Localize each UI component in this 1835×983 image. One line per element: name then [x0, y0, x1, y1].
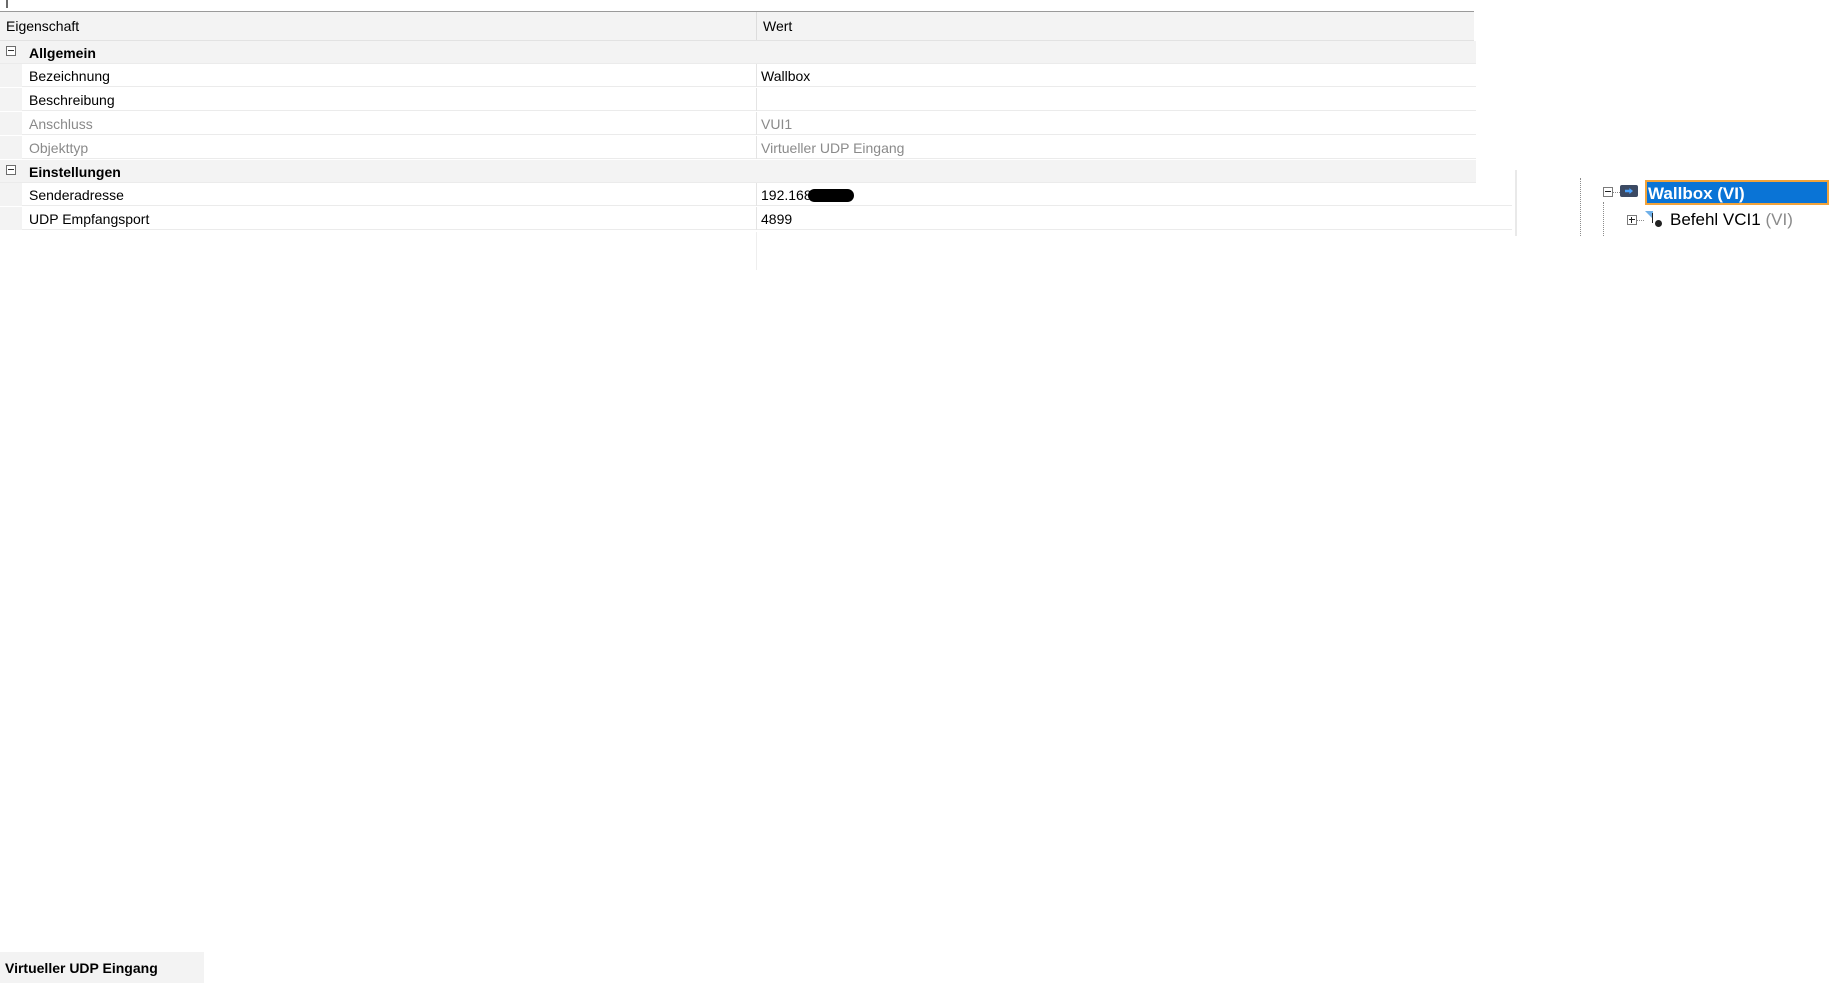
redaction-mark	[807, 189, 854, 202]
category-label: Einstellungen	[29, 164, 121, 180]
property-label: Bezeichnung	[29, 68, 110, 84]
cell-separator	[756, 183, 757, 206]
property-value[interactable]: 4899	[761, 211, 792, 227]
property-label: Objekttyp	[29, 140, 89, 156]
tree-connector	[1613, 192, 1620, 193]
tree-node-suffix: (VI)	[1765, 210, 1793, 229]
property-row-udp-empfangsport[interactable]: UDP Empfangsport 4899	[0, 207, 1512, 230]
property-label: UDP Empfangsport	[29, 211, 150, 227]
empty-area-divider	[756, 232, 757, 270]
row-gutter	[0, 136, 22, 159]
row-gutter	[0, 207, 22, 230]
row-gutter	[0, 112, 22, 135]
tree-connector	[1637, 220, 1644, 221]
property-row-objekttyp[interactable]: Objekttyp Virtueller UDP Eingang	[0, 136, 1476, 159]
cell-separator	[756, 136, 757, 159]
category-label: Allgemein	[29, 45, 96, 61]
property-value: 192.168	[761, 187, 812, 203]
tree-node-label: Befehl VCI1	[1670, 210, 1761, 229]
collapse-icon[interactable]	[6, 46, 16, 56]
command-icon	[1644, 211, 1664, 229]
scroll-marker	[6, 0, 8, 8]
virtual-input-icon	[1620, 185, 1638, 197]
cell-separator	[756, 207, 757, 230]
property-value-field[interactable]: 192.168	[761, 187, 854, 203]
property-row-anschluss[interactable]: Anschluss VUI1	[0, 112, 1476, 135]
tree-line	[1603, 202, 1604, 236]
status-bar: Virtueller UDP Eingang	[0, 952, 204, 983]
property-label: Anschluss	[29, 116, 93, 132]
collapse-icon[interactable]	[6, 165, 16, 175]
column-header-property[interactable]: Eigenschaft	[6, 18, 79, 34]
row-gutter	[0, 183, 22, 206]
property-label: Beschreibung	[29, 92, 115, 108]
property-row-bezeichnung[interactable]: Bezeichnung Wallbox	[0, 64, 1476, 87]
project-tree: Wallbox (VI) Befehl VCI1 (VI)	[1560, 178, 1835, 238]
tree-node-label: Wallbox (VI)	[1648, 184, 1745, 203]
tree-node-befehl-vci1[interactable]: Befehl VCI1 (VI)	[1670, 210, 1793, 230]
property-value[interactable]: Wallbox	[761, 68, 810, 84]
column-header-value[interactable]: Wert	[763, 18, 792, 34]
tree-node-wallbox-selected[interactable]: Wallbox (VI)	[1645, 180, 1829, 205]
row-gutter	[0, 64, 22, 87]
column-separator[interactable]	[756, 12, 757, 40]
cell-separator	[756, 88, 757, 111]
category-row-einstellungen[interactable]: Einstellungen	[0, 160, 1476, 183]
cell-separator	[756, 64, 757, 87]
property-row-senderadresse[interactable]: Senderadresse 192.168	[0, 183, 1512, 206]
panel-splitter[interactable]	[1515, 170, 1517, 236]
row-gutter	[0, 88, 22, 111]
grid-header: Eigenschaft Wert	[0, 12, 1474, 41]
property-label: Senderadresse	[29, 187, 124, 203]
tree-line	[1580, 178, 1581, 236]
category-row-allgemein[interactable]: Allgemein	[0, 41, 1476, 64]
property-row-beschreibung[interactable]: Beschreibung	[0, 88, 1476, 111]
cell-separator	[756, 112, 757, 135]
property-value: VUI1	[761, 116, 793, 132]
expand-icon[interactable]	[1627, 215, 1637, 225]
property-value: Virtueller UDP Eingang	[761, 140, 905, 156]
collapse-icon[interactable]	[1603, 187, 1613, 197]
status-text: Virtueller UDP Eingang	[5, 960, 158, 976]
